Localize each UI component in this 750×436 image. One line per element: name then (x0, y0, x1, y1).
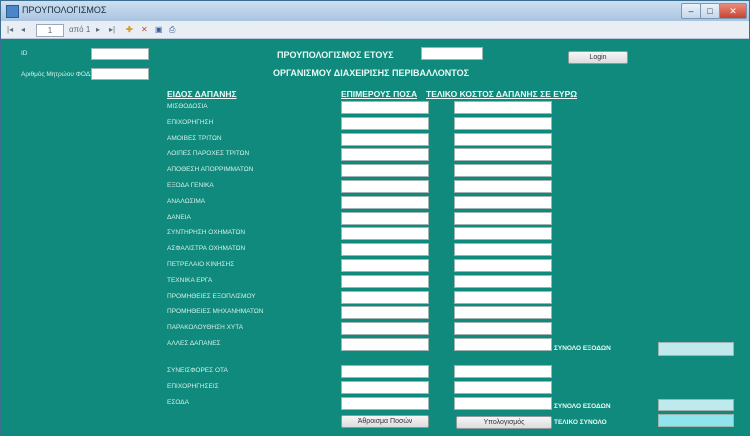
column-header-type: ΕΙΔΟΣ ΔΑΠΑΝΗΣ (167, 89, 237, 99)
first-page-icon[interactable]: |◂ (7, 24, 17, 34)
expense-row-label: ΤΕΧΝΙΚΑ ΕΡΓΑ (167, 276, 213, 284)
total-expenses-label: ΣΥΝΟΛΟ ΕΞΟΔΩΝ (554, 345, 611, 352)
expense-percent-input[interactable] (341, 116, 429, 130)
income-row-label: ΣΥΝΕΙΣΦΟΡΕΣ ΟΤΑ (167, 367, 228, 374)
main-window: ΠΡΟΥΠΟΛΟΓΙΣΜΟΣ – □ ✕ |◂ ◂ 1 από 1 ▸ ▸| ✚… (0, 0, 750, 436)
expense-percent-input[interactable] (341, 274, 429, 288)
expense-total-input[interactable] (454, 227, 552, 241)
expense-row-label: ΠΕΤΡΕΛΑΙΟ ΚΙΝΗΣΗΣ (167, 261, 235, 268)
expense-row-label: ΑΝΑΛΩΣΙΜΑ (167, 197, 206, 205)
expense-percent-input[interactable] (341, 180, 429, 193)
expense-total-input[interactable] (454, 259, 552, 272)
expense-row-label: ΜΙΣΘΟΔΟΣΙΑ (167, 103, 208, 110)
login-button[interactable]: Login (568, 51, 628, 64)
id-label: ID (21, 50, 28, 57)
expense-row-label: ΕΠΙΧΟΡΗΓΗΣΗ (167, 118, 214, 126)
title-bar: ΠΡΟΥΠΟΛΟΓΙΣΜΟΣ – □ ✕ (1, 1, 749, 21)
expense-total-input[interactable] (454, 211, 552, 225)
expense-total-input[interactable] (454, 148, 552, 162)
expense-total-input[interactable] (454, 164, 552, 178)
expense-total-input[interactable] (454, 116, 552, 130)
income-row-label: ΕΣΟΔΑ (167, 398, 189, 406)
minimize-button[interactable]: – (681, 3, 701, 19)
expense-total-input[interactable] (454, 322, 552, 336)
expense-percent-input[interactable] (341, 322, 429, 336)
maximize-button[interactable]: □ (700, 3, 720, 19)
expense-percent-input[interactable] (341, 338, 429, 351)
expense-total-input[interactable] (454, 243, 552, 257)
total-income-label: ΣΥΝΟΛΟ ΕΣΟΔΩΝ (554, 403, 611, 410)
calculate-button[interactable]: Υπολογισμός (456, 416, 552, 429)
print-icon[interactable]: ⎙ (169, 24, 179, 34)
expense-row-label: ΑΠΟΘΕΣΗ ΑΠΟΡΡΙΜΜΑΤΩΝ (167, 166, 254, 174)
column-header-total: ΤΕΛΙΚΟ ΚΟΣΤΟΣ ΔΑΠΑΝΗΣ ΣΕ ΕΥΡΩ (426, 89, 578, 99)
add-icon[interactable]: ✚ (126, 24, 136, 34)
expense-total-input[interactable] (454, 338, 552, 351)
expense-total-input[interactable] (454, 290, 552, 304)
expense-row-label: ΑΣΦΑΛΙΣΤΡΑ ΟΧΗΜΑΤΩΝ (167, 245, 246, 253)
expense-total-input[interactable] (454, 101, 552, 114)
next-page-icon[interactable]: ▸ (96, 24, 106, 34)
expense-row-label: ΠΡΟΜΗΘΕΙΕΣ ΕΞΟΠΛΙΣΜΟΥ (167, 292, 256, 300)
registry-number-label: Αριθμός Μητρώου ΦΟΔΣΑ (21, 71, 99, 78)
income-total-input[interactable] (454, 380, 552, 394)
navigator-toolbar: |◂ ◂ 1 από 1 ▸ ▸| ✚ ✕ ▣ ⎙ (1, 21, 749, 39)
expense-percent-input[interactable] (341, 306, 429, 320)
page-of-label: από 1 (69, 25, 91, 34)
expense-total-input[interactable] (454, 180, 552, 193)
expense-percent-input[interactable] (341, 132, 429, 146)
expense-total-input[interactable] (454, 306, 552, 320)
expense-percent-input[interactable] (341, 148, 429, 162)
income-percent-input[interactable] (341, 380, 429, 394)
last-page-icon[interactable]: ▸| (109, 24, 119, 34)
expense-total-input[interactable] (454, 274, 552, 288)
expense-percent-input[interactable] (341, 101, 429, 114)
year-input[interactable] (421, 47, 483, 60)
final-total-label: ΤΕΛΙΚΟ ΣΥΝΟΛΟ (554, 419, 607, 426)
expense-percent-input[interactable] (341, 195, 429, 209)
total-income-value[interactable] (658, 399, 734, 411)
income-percent-input[interactable] (341, 365, 429, 378)
sum-amounts-button[interactable]: Άθροισμα Ποσών (341, 415, 429, 428)
column-header-percent: ΕΠΙΜΕΡΟΥΣ ΠΟΣΑ (341, 89, 418, 99)
final-total-value[interactable] (658, 414, 734, 427)
expense-row-label: ΣΥΝΤΗΡΗΣΗ ΟΧΗΜΑΤΩΝ (167, 229, 246, 237)
id-input[interactable] (91, 48, 149, 60)
expense-total-input[interactable] (454, 195, 552, 209)
registry-number-input[interactable] (91, 68, 149, 80)
income-percent-input[interactable] (341, 396, 429, 410)
close-button[interactable]: ✕ (719, 3, 747, 19)
page-number-input[interactable]: 1 (36, 24, 64, 37)
expense-row-label: ΑΛΛΕΣ ΔΑΠΑΝΕΣ (167, 340, 221, 347)
page-title: ΠΡΟΥΠΟΛΟΓΙΣΜΟΣ ΕΤΟΥΣ (277, 50, 394, 60)
page-subtitle: ΟΡΓΑΝΙΣΜΟΥ ΔΙΑΧΕΙΡΙΣΗΣ ΠΕΡΙΒΑΛΛΟΝΤΟΣ (273, 68, 470, 78)
expense-percent-input[interactable] (341, 259, 429, 272)
expense-row-label: ΔΑΝΕΙΑ (167, 213, 191, 221)
expense-total-input[interactable] (454, 132, 552, 146)
expense-row-label: ΛΟΙΠΕΣ ΠΑΡΟΧΕΣ ΤΡΙΤΩΝ (167, 150, 250, 158)
expense-row-label: ΠΑΡΑΚΟΛΟΥΘΗΣΗ ΧΥΤΑ (167, 324, 244, 332)
expense-row-label: ΠΡΟΜΗΘΕΙΕΣ ΜΗΧΑΝΗΜΑΤΩΝ (167, 308, 264, 316)
delete-icon[interactable]: ✕ (141, 24, 151, 34)
income-row-label: ΕΠΙΧΟΡΗΓΗΣΕΙΣ (167, 382, 219, 390)
income-total-input[interactable] (454, 365, 552, 378)
expense-row-label: ΑΜΟΙΒΕΣ ΤΡΙΤΩΝ (167, 134, 222, 142)
save-icon[interactable]: ▣ (155, 24, 165, 34)
total-expenses-value[interactable] (658, 342, 734, 356)
expense-percent-input[interactable] (341, 211, 429, 225)
expense-percent-input[interactable] (341, 243, 429, 257)
expense-percent-input[interactable] (341, 290, 429, 304)
expense-percent-input[interactable] (341, 227, 429, 241)
expense-percent-input[interactable] (341, 164, 429, 178)
expense-row-label: ΕΞΟΔΑ ΓΕΝΙΚΑ (167, 182, 214, 189)
window-title: ΠΡΟΥΠΟΛΟΓΙΣΜΟΣ (22, 5, 107, 15)
prev-page-icon[interactable]: ◂ (21, 24, 31, 34)
app-icon (6, 5, 19, 18)
income-total-input[interactable] (454, 396, 552, 410)
